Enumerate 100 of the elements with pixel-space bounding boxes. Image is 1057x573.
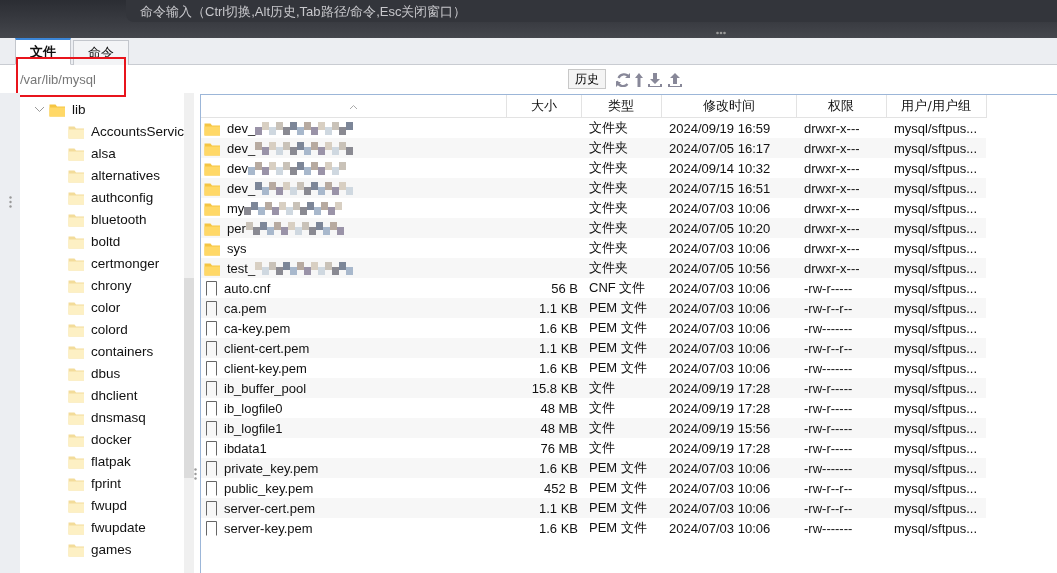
type-cell: 文件夹 (589, 240, 628, 255)
file-icon (204, 320, 218, 336)
type-cell: 文件夹 (589, 120, 628, 135)
drag-handle-icon[interactable] (716, 31, 726, 35)
date-cell: 2024/07/03 10:06 (669, 320, 771, 336)
file-icon (204, 360, 218, 376)
splitter-handle-icon[interactable] (194, 468, 197, 480)
file-name[interactable]: dev_ (227, 180, 256, 196)
tree-item[interactable]: chrony (20, 274, 200, 296)
splitter-handle-icon[interactable] (9, 196, 12, 208)
tree-item[interactable]: alternatives (20, 164, 200, 186)
tree-item[interactable]: docker (20, 428, 200, 450)
file-icon (204, 380, 218, 396)
permissions-cell: drwxr-x--- (804, 140, 860, 156)
sort-ascending-icon[interactable] (348, 103, 358, 111)
command-field[interactable]: 命令输入（Ctrl切换,Alt历史,Tab路径/命令,Esc关闭窗口） (126, 0, 1057, 22)
permissions-cell: drwxr-x--- (804, 200, 860, 216)
tree-item[interactable]: color (20, 296, 200, 318)
tree-item[interactable]: flatpak (20, 450, 200, 472)
tree-item[interactable]: fwupd (20, 494, 200, 516)
date-cell: 2024/07/03 10:06 (669, 340, 771, 356)
permissions-cell: -rw-r----- (804, 400, 853, 416)
date-cell: 2024/07/15 16:51 (669, 180, 771, 196)
file-name[interactable]: per (227, 220, 246, 236)
type-cell: 文件夹 (589, 200, 628, 215)
file-name[interactable]: my (227, 200, 245, 216)
owner-cell: mysql/sftpus... (894, 260, 978, 276)
tree-item[interactable]: containers (20, 340, 200, 362)
type-cell: CNF 文件 (589, 280, 646, 295)
download-icon[interactable] (647, 71, 663, 87)
file-name[interactable]: client-key.pem (224, 360, 307, 376)
history-button[interactable]: 历史 (568, 69, 606, 89)
owner-cell: mysql/sftpus... (894, 300, 978, 316)
file-name[interactable]: dev_ (227, 120, 256, 136)
date-cell: 2024/07/03 10:06 (669, 300, 771, 316)
column-header[interactable]: 修改时间 (661, 95, 796, 118)
tree-item[interactable]: dhclient (20, 384, 200, 406)
scrollbar[interactable] (184, 93, 194, 573)
column-header[interactable]: 类型 (581, 95, 661, 118)
file-icon (204, 280, 218, 296)
tree-item[interactable]: certmonger (20, 252, 200, 274)
refresh-icon[interactable] (616, 71, 631, 87)
upload-icon[interactable] (667, 71, 683, 87)
tree-item[interactable]: dbus (20, 362, 200, 384)
date-cell: 2024/07/03 10:06 (669, 480, 771, 496)
owner-cell: mysql/sftpus... (894, 180, 978, 196)
column-header[interactable]: 大小 (506, 95, 581, 118)
size-cell: 1.1 KB (538, 500, 578, 516)
tree-item[interactable]: games (20, 538, 200, 560)
tree-item[interactable]: dnsmasq (20, 406, 200, 428)
tree-item[interactable]: fwupdate (20, 516, 200, 538)
date-cell: 2024/09/19 17:28 (669, 380, 771, 396)
file-name[interactable]: dev_ (227, 140, 256, 156)
file-icon (204, 480, 218, 496)
file-name[interactable]: ib_logfile0 (224, 400, 283, 416)
permissions-cell: drwxr-x--- (804, 260, 860, 276)
path-field[interactable]: /var/lib/mysql (20, 71, 200, 87)
owner-cell: mysql/sftpus... (894, 500, 978, 516)
tree-item[interactable]: bluetooth (20, 208, 200, 230)
size-cell: 1.6 KB (538, 360, 578, 376)
tree-item[interactable]: fprint (20, 472, 200, 494)
date-cell: 2024/07/03 10:06 (669, 520, 771, 536)
tree-item[interactable]: boltd (20, 230, 200, 252)
tree-item[interactable]: AccountsServic (20, 120, 200, 142)
file-name[interactable]: ibdata1 (224, 440, 267, 456)
up-arrow-icon[interactable] (635, 71, 643, 87)
file-name[interactable]: ca-key.pem (224, 320, 291, 336)
permissions-cell: drwxr-x--- (804, 120, 860, 136)
date-cell: 2024/07/03 10:06 (669, 240, 771, 256)
date-cell: 2024/09/19 17:28 (669, 440, 771, 456)
file-name[interactable]: sys (227, 240, 247, 256)
file-name[interactable]: dev (227, 160, 248, 176)
permissions-cell: drwxr-x--- (804, 160, 860, 176)
file-name[interactable]: ib_logfile1 (224, 420, 283, 436)
size-cell: 76 MB (540, 440, 578, 456)
permissions-cell: drwxr-x--- (804, 240, 860, 256)
type-cell: 文件夹 (589, 180, 628, 195)
file-name[interactable]: test_ (227, 260, 256, 276)
tree-item[interactable]: alsa (20, 142, 200, 164)
file-name[interactable]: auto.cnf (224, 280, 271, 296)
size-cell: 1.1 KB (538, 300, 578, 316)
file-icon (204, 300, 218, 316)
size-cell: 1.6 KB (538, 520, 578, 536)
column-header[interactable]: 用户/用户组 (886, 95, 986, 118)
file-name[interactable]: public_key.pem (224, 480, 314, 496)
type-cell: 文件 (589, 440, 615, 455)
tree-item[interactable]: colord (20, 318, 200, 340)
file-icon (204, 420, 218, 436)
tree-item[interactable]: lib (20, 98, 200, 120)
column-header[interactable]: 权限 (796, 95, 886, 118)
type-cell: PEM 文件 (589, 360, 647, 375)
size-cell: 1.1 KB (538, 340, 578, 356)
permissions-cell: -rw-r--r-- (804, 340, 853, 356)
collapse-chevron-icon[interactable] (34, 104, 45, 114)
permissions-cell: -rw-r--r-- (804, 300, 853, 316)
tree-item[interactable]: authconfig (20, 186, 200, 208)
date-cell: 2024/09/19 17:28 (669, 400, 771, 416)
file-name[interactable]: server-key.pem (224, 520, 313, 536)
file-name[interactable]: ca.pem (224, 300, 267, 316)
date-cell: 2024/07/03 10:06 (669, 200, 771, 216)
